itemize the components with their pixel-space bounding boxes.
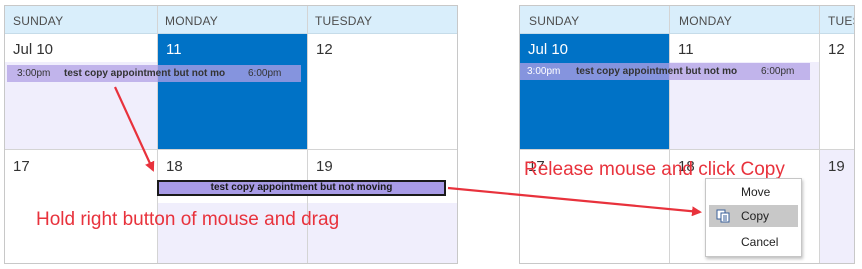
annotation-arrows [113, 86, 702, 217]
drag-arrow [113, 86, 155, 172]
drop-arrow [447, 186, 702, 217]
